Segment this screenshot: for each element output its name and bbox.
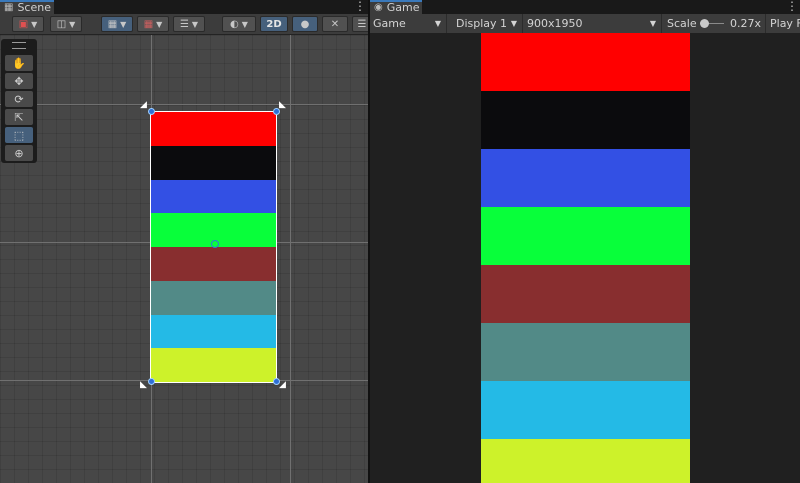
color-stripe (151, 348, 276, 382)
hand-tool[interactable]: ✋ (5, 55, 33, 71)
chevron-down-icon: ▼ (191, 19, 199, 29)
color-stripe (151, 247, 276, 281)
view-select-value: Game (373, 17, 406, 30)
rotate-tool[interactable]: ⟳ (5, 91, 33, 107)
rect-transform-icon: ⬚ (13, 128, 25, 142)
color-stripe (151, 180, 276, 213)
pivot-icon[interactable] (211, 240, 219, 248)
rect-tool[interactable]: ⬚ (5, 127, 33, 143)
color-stripe (151, 315, 276, 348)
rotate-corner-icon[interactable]: ◢ (279, 381, 286, 390)
layers-icon: ☰ (357, 18, 367, 30)
move-arrows-icon: ✥ (14, 74, 24, 88)
grid-snap-dropdown[interactable]: ▦ ▼ (101, 16, 133, 32)
display-select[interactable]: Display 1 ▼ (449, 14, 523, 33)
effects-toggle[interactable]: ☰ (352, 16, 368, 32)
scale-control: Scale 0.27x (664, 14, 766, 33)
grid-icon: ▦ (4, 2, 14, 13)
color-stripe (481, 381, 690, 439)
toggle-2d-label: 2D (266, 18, 282, 30)
tab-game-label: Game (386, 1, 420, 14)
chevron-down-icon: ▼ (69, 19, 76, 29)
rotate-icon: ⟳ (14, 92, 24, 106)
sphere-icon: ◐ (230, 18, 239, 30)
audio-toggle[interactable]: ✕ (322, 16, 348, 32)
play-mode-label: Play F (770, 17, 800, 30)
color-stripe (481, 33, 690, 91)
resolution-select-value: 900x1950 (527, 17, 583, 30)
scene-viewport[interactable]: ✋ ✥ ⟳ ⇱ ⬚ ⊕ ◢ ◣ ◣ ◢ (0, 35, 368, 483)
tab-scene[interactable]: ▦ Scene (0, 0, 54, 14)
chevron-down-icon: ▼ (156, 19, 163, 29)
game-tabbar: ◉ Game ⋮ (370, 0, 800, 15)
scale-tool[interactable]: ⇱ (5, 109, 33, 125)
chevron-down-icon: ▼ (120, 19, 127, 29)
lighting-toggle[interactable]: ● (292, 16, 318, 32)
scene-tabbar: ▦ Scene ⋮ (0, 0, 368, 15)
move-tool[interactable]: ✥ (5, 73, 33, 89)
cube-icon: ◫ (56, 18, 67, 30)
rotate-corner-icon[interactable]: ◣ (140, 381, 147, 390)
play-mode-select[interactable]: Play F (767, 14, 800, 33)
hand-icon: ✋ (12, 56, 26, 70)
game-viewport[interactable] (370, 33, 800, 483)
color-stripe (481, 207, 690, 265)
game-more-options-icon[interactable]: ⋮ (786, 0, 798, 14)
tab-game[interactable]: ◉ Game (370, 0, 422, 14)
display-select-value: Display 1 (456, 17, 508, 30)
toggle-2d-button[interactable]: 2D (260, 16, 288, 32)
chevron-down-icon: ▼ (510, 19, 517, 28)
ruler-icon: ☰ (179, 18, 189, 30)
chevron-down-icon: ▼ (649, 19, 656, 28)
tab-scene-label: Scene (17, 1, 51, 14)
grid-snap-icon: ▦ (107, 18, 118, 30)
chevron-down-icon: ▼ (31, 19, 38, 29)
grid-axis-line (290, 35, 291, 483)
color-stripe (151, 112, 276, 146)
rotate-corner-icon[interactable]: ◢ (140, 101, 147, 110)
rect-handle-bottom-left[interactable] (148, 378, 155, 385)
resolution-select[interactable]: 900x1950 ▼ (524, 14, 662, 33)
lightbulb-icon: ● (300, 18, 310, 30)
tool-palette: ✋ ✥ ⟳ ⇱ ⬚ ⊕ (1, 39, 37, 163)
grid-visibility-dropdown[interactable]: ▦ ▼ (137, 16, 169, 32)
scale-slider-handle[interactable] (700, 19, 709, 28)
color-stripe (481, 323, 690, 381)
game-panel: ◉ Game ⋮ Game ▼ Display 1 ▼ 900x1950 ▼ S… (370, 0, 800, 483)
draw-mode-dropdown[interactable]: ▣ ▼ (12, 16, 44, 32)
shading-dropdown[interactable]: ◐ ▼ (222, 16, 256, 32)
rotate-corner-icon[interactable]: ◣ (279, 101, 286, 110)
color-stripe (151, 146, 276, 180)
color-stripe (481, 91, 690, 149)
scale-icon: ⇱ (14, 110, 24, 124)
color-stripe (481, 149, 690, 207)
rect-handle-top-left[interactable] (148, 108, 155, 115)
drag-handle-icon[interactable] (12, 42, 26, 49)
color-stripe (481, 439, 690, 483)
grid-icon: ▦ (143, 18, 154, 30)
view-select[interactable]: Game ▼ (370, 14, 447, 33)
shaded-mode-icon: ▣ (18, 18, 29, 30)
scene-more-options-icon[interactable]: ⋮ (354, 0, 366, 14)
gamepad-icon: ◉ (374, 2, 383, 13)
audio-mute-icon: ✕ (330, 18, 340, 30)
color-stripe (151, 281, 276, 315)
transform-icon: ⊕ (14, 146, 24, 160)
gizmo-cube-dropdown[interactable]: ◫ ▼ (50, 16, 82, 32)
scene-panel: ▦ Scene ⋮ ▣▼ ◫▼ ▦▼ ▦▼ ☰▼ ◐▼ 2D ● ✕ (0, 0, 368, 483)
scene-toolbar: ▣ ▼ ◫ ▼ ▦ ▼ ▦ ▼ ☰ ▼ ◐ ▼ 2D ● ✕ ☰ (0, 14, 368, 35)
scale-value: 0.27x (730, 17, 762, 30)
chevron-down-icon: ▼ (434, 19, 441, 28)
game-render-image (481, 33, 690, 483)
transform-tool[interactable]: ⊕ (5, 145, 33, 161)
color-stripe (481, 265, 690, 323)
scale-label: Scale (667, 17, 697, 30)
game-toolbar: Game ▼ Display 1 ▼ 900x1950 ▼ Scale 0.27… (370, 14, 800, 34)
chevron-down-icon: ▼ (241, 19, 248, 29)
increment-snap-dropdown[interactable]: ☰ ▼ (173, 16, 205, 32)
grid-axis-line (0, 104, 368, 105)
